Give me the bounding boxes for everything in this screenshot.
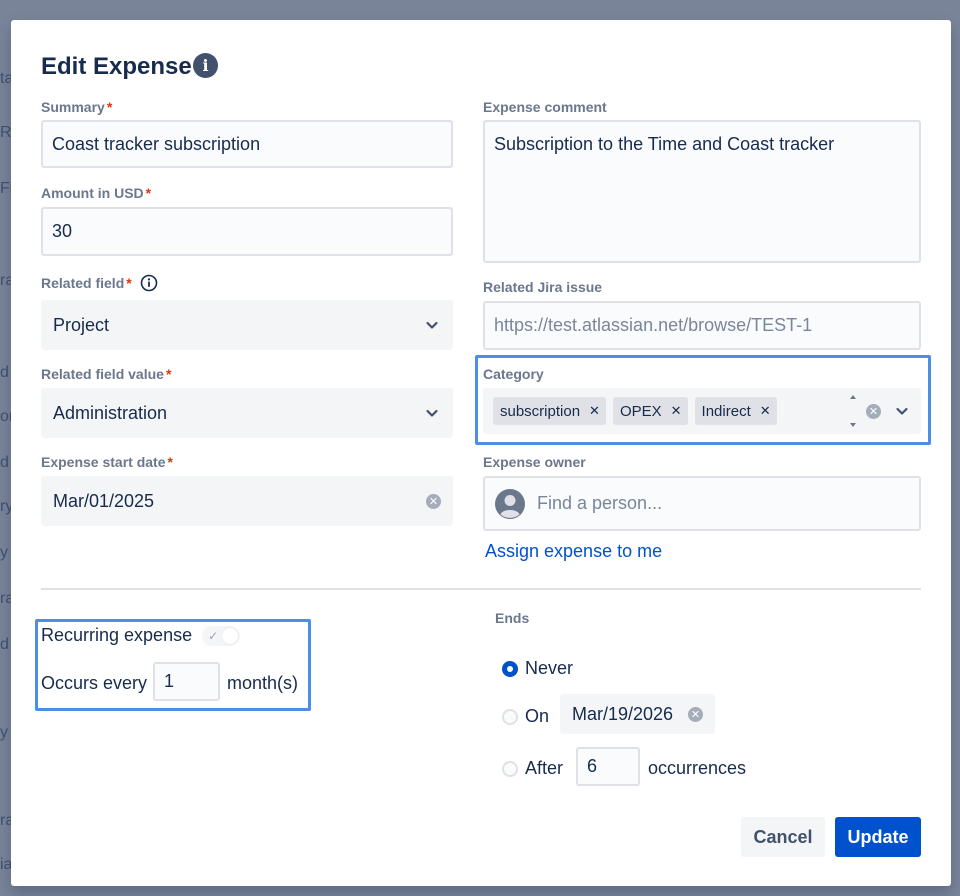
remove-tag-icon[interactable]: ✕ xyxy=(589,403,600,419)
category-tag: OPEX ✕ xyxy=(612,397,688,425)
never-label: Never xyxy=(525,658,574,678)
start-date-label-text: Expense start date xyxy=(41,454,166,470)
owner-picker[interactable]: Find a person... xyxy=(483,476,921,531)
summary-input[interactable]: Coast tracker subscription xyxy=(41,120,453,168)
jira-issue-input[interactable]: https://test.atlassian.net/browse/TEST-1 xyxy=(483,301,921,350)
end-date-value: Mar/19/2026 xyxy=(572,703,674,724)
background-text: y xyxy=(0,724,8,741)
jira-issue-label: Related Jira issue xyxy=(483,279,603,295)
tag-label: Indirect xyxy=(701,402,751,420)
background-text: d xyxy=(0,364,9,381)
related-field-value-label: Related field value * xyxy=(41,366,171,382)
on-label: On xyxy=(525,706,550,726)
owner-placeholder: Find a person... xyxy=(537,493,663,513)
recurring-toggle[interactable]: ✓ xyxy=(202,625,241,646)
section-divider xyxy=(41,588,921,590)
occurs-every-input[interactable]: 1 xyxy=(153,662,220,701)
required-marker: * xyxy=(145,185,152,201)
amount-input[interactable]: 30 xyxy=(41,207,453,256)
summary-label-text: Summary xyxy=(41,99,105,115)
related-field-label-text: Related field xyxy=(41,275,125,291)
summary-label: Summary * xyxy=(41,99,112,115)
amount-label-text: Amount in USD xyxy=(41,185,144,201)
update-button[interactable]: Update xyxy=(835,817,921,857)
remove-tag-icon[interactable]: ✕ xyxy=(671,403,682,419)
related-field-label: Related field * xyxy=(41,274,158,292)
occurs-every-value: 1 xyxy=(164,671,175,691)
clear-date-icon[interactable]: ✕ xyxy=(426,493,441,509)
comment-label: Expense comment xyxy=(483,99,607,115)
clear-category-icon[interactable]: ✕ xyxy=(866,403,881,419)
background-text: y xyxy=(0,544,8,561)
end-date-picker[interactable]: Mar/19/2026 ✕ xyxy=(560,694,715,734)
cancel-button[interactable]: Cancel xyxy=(741,817,825,857)
required-marker: * xyxy=(126,275,132,291)
check-icon: ✓ xyxy=(208,628,219,643)
related-field-value-label-text: Related field value xyxy=(41,366,164,382)
comment-value: Subscription to the Time and Coast track… xyxy=(494,134,835,154)
related-field-value: Project xyxy=(53,314,110,335)
recurring-row: Recurring expense ✓ xyxy=(41,625,241,646)
category-label: Category xyxy=(483,366,544,382)
start-date-value: Mar/01/2025 xyxy=(53,490,155,511)
comment-textarea[interactable]: Subscription to the Time and Coast track… xyxy=(483,120,921,263)
related-field-select[interactable]: Project xyxy=(41,300,453,350)
chevron-down-icon xyxy=(426,409,438,417)
clear-end-date-icon[interactable]: ✕ xyxy=(688,706,703,722)
edit-expense-dialog: Edit Expense i Summary * Coast tracker su… xyxy=(11,20,951,886)
dialog-title: Edit Expense xyxy=(41,53,192,80)
recurring-label: Recurring expense xyxy=(41,625,193,645)
required-marker: * xyxy=(167,454,173,470)
ends-label: Ends xyxy=(495,610,530,626)
toggle-knob xyxy=(222,627,239,644)
category-controls: ✕ xyxy=(848,391,911,431)
occurrences-value: 6 xyxy=(587,756,598,776)
category-tag: Indirect ✕ xyxy=(694,397,777,425)
occurrences-input[interactable]: 6 xyxy=(576,747,640,786)
amount-value: 30 xyxy=(52,221,73,241)
remove-tag-icon[interactable]: ✕ xyxy=(760,403,771,419)
radio-on[interactable] xyxy=(502,708,518,725)
occurs-unit-label: month(s) xyxy=(227,673,299,693)
related-field-value-value: Administration xyxy=(53,402,168,423)
jira-issue-placeholder: https://test.atlassian.net/browse/TEST-1 xyxy=(494,315,813,335)
ends-on-option[interactable]: On xyxy=(502,706,549,727)
radio-never[interactable] xyxy=(502,660,518,677)
ends-never-option[interactable]: Never xyxy=(502,658,573,679)
chevron-down-icon[interactable] xyxy=(893,402,911,420)
radio-after[interactable] xyxy=(502,760,518,777)
required-marker: * xyxy=(106,99,113,115)
background-text: d xyxy=(0,454,9,471)
category-multiselect[interactable]: subscription ✕ OPEX ✕ Indirect ✕ ✕ xyxy=(483,388,921,434)
assign-to-me-link[interactable]: Assign expense to me xyxy=(485,541,662,562)
summary-value: Coast tracker subscription xyxy=(52,133,261,154)
category-tags: subscription ✕ OPEX ✕ Indirect ✕ xyxy=(493,397,784,425)
info-icon[interactable]: i xyxy=(193,53,218,78)
background-text: d xyxy=(0,636,9,653)
required-marker: * xyxy=(165,366,172,382)
after-label: After xyxy=(525,758,564,778)
info-circle-icon[interactable] xyxy=(140,274,158,292)
avatar-icon xyxy=(495,488,525,519)
tag-label: subscription xyxy=(500,402,581,420)
scroll-arrows-icon[interactable] xyxy=(848,391,858,431)
occurrences-label: occurrences xyxy=(648,758,747,778)
ends-after-option[interactable]: After xyxy=(502,758,563,779)
start-date-picker[interactable]: Mar/01/2025 ✕ xyxy=(41,476,453,526)
owner-label: Expense owner xyxy=(483,454,586,470)
amount-label: Amount in USD * xyxy=(41,185,151,201)
start-date-label: Expense start date * xyxy=(41,454,173,470)
category-tag: subscription ✕ xyxy=(493,397,606,425)
occurs-every-label: Occurs every xyxy=(41,673,148,693)
related-field-value-select[interactable]: Administration xyxy=(41,388,453,438)
tag-label: OPEX xyxy=(619,402,662,420)
chevron-down-icon xyxy=(426,321,438,329)
